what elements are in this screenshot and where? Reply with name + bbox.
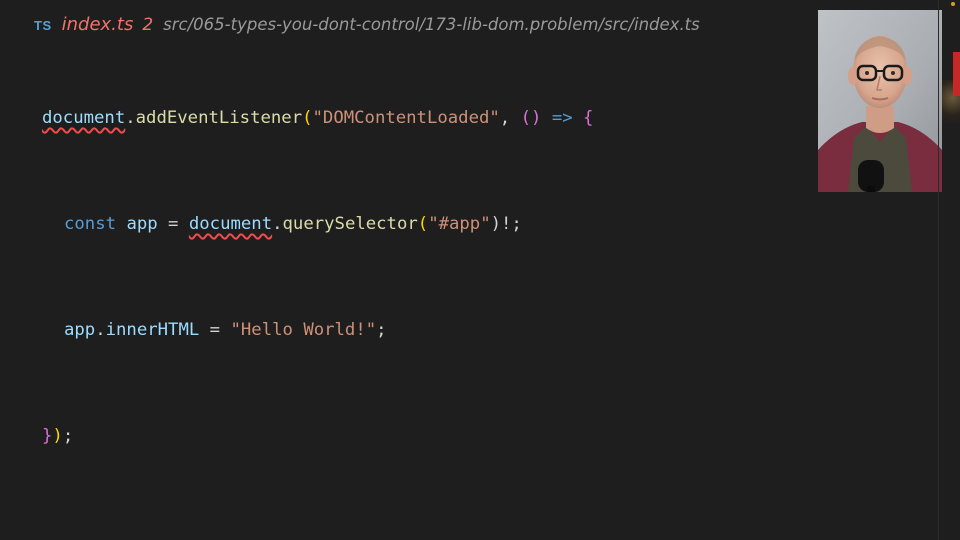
equals-operator: = <box>199 320 231 340</box>
tab-file-name[interactable]: index.ts <box>62 14 134 35</box>
code-editor: TS index.ts 2 src/065-types-you-dont-con… <box>0 0 960 540</box>
property-name: innerHTML <box>105 320 200 340</box>
close-brace: } <box>42 426 53 446</box>
method-name: querySelector <box>282 214 418 234</box>
variable-name: app <box>126 214 158 234</box>
presenter-portrait-icon <box>818 10 942 192</box>
presenter-webcam <box>818 10 942 192</box>
semicolon: ; <box>376 320 387 340</box>
dot-punctuation: . <box>95 320 106 340</box>
code-area[interactable]: document.addEventListener("DOMContentLoa… <box>42 52 593 503</box>
string-literal: "Hello World!" <box>230 320 377 340</box>
semicolon: ; <box>62 426 74 446</box>
tab-file-path: src/065-types-you-dont-control/173-lib-d… <box>163 15 700 34</box>
open-brace: { <box>583 108 594 128</box>
open-paren: ( <box>302 108 313 128</box>
close-punctuation: )!; <box>490 214 522 234</box>
typescript-file-icon: TS <box>34 18 52 33</box>
method-name: addEventListener <box>135 108 303 128</box>
dot-punctuation: . <box>272 214 283 234</box>
open-paren: ( <box>417 214 429 234</box>
problem-count-badge: 2 <box>142 15 154 35</box>
arrow-operator: => <box>541 108 584 128</box>
document-identifier-error[interactable]: document <box>42 108 125 128</box>
string-literal: "DOMContentLoaded" <box>312 108 500 128</box>
close-paren: ) <box>52 426 63 446</box>
comma-punctuation: , <box>499 108 521 128</box>
notification-dot-icon <box>951 2 955 6</box>
dot-punctuation: . <box>125 108 136 128</box>
code-line-3[interactable]: app.innerHTML = "Hello World!"; <box>42 317 593 344</box>
code-line-1[interactable]: document.addEventListener("DOMContentLoa… <box>42 105 593 132</box>
string-literal: "#app" <box>428 214 491 234</box>
minimap-error-marker <box>953 52 960 96</box>
code-line-2[interactable]: const app = document.querySelector("#app… <box>42 211 593 238</box>
editor-tab[interactable]: TS index.ts 2 src/065-types-you-dont-con… <box>34 14 700 40</box>
object-identifier: app <box>64 320 96 340</box>
document-identifier-error[interactable]: document <box>189 214 272 234</box>
equals-operator: = <box>157 214 189 234</box>
const-keyword: const <box>64 214 117 234</box>
vertical-scrollbar-track[interactable] <box>938 0 939 540</box>
code-line-4[interactable]: }); <box>42 423 593 450</box>
arrow-params: () <box>520 108 542 128</box>
